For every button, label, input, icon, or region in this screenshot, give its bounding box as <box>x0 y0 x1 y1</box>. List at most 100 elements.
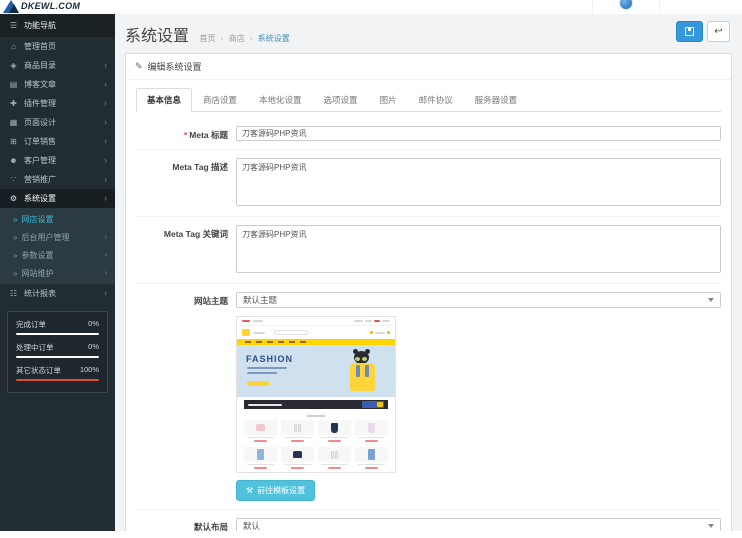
topbar-user-menu[interactable] <box>592 0 660 14</box>
stat-label: 处理中订单 <box>16 342 54 353</box>
form-group-meta-title: *Meta 标题 <box>136 118 721 150</box>
preview-banner-button <box>247 381 269 386</box>
meta-title-input[interactable] <box>236 126 721 141</box>
meta-title-label: *Meta 标题 <box>136 126 236 141</box>
preview-topbar <box>237 317 395 326</box>
breadcrumb-store[interactable]: 商店 <box>229 34 245 43</box>
tab-general[interactable]: 基本信息 <box>136 88 192 112</box>
chevron-right-icon: › <box>104 269 107 277</box>
order-stats-panel: 完成订单 0% 处理中订单 0% 其它状态订单 100% <box>7 311 108 393</box>
breadcrumb-home[interactable]: 首页 <box>199 34 215 43</box>
logo[interactable]: DKEWL.COM <box>3 0 80 13</box>
user-avatar-icon <box>619 0 633 10</box>
meta-description-textarea[interactable]: 刀客源码PHP资讯 <box>236 158 721 206</box>
sidebar-item-system-settings[interactable]: ⚙ 系统设置 › <box>0 189 115 208</box>
breadcrumb-separator: › <box>250 34 253 43</box>
sidebar-item-blog[interactable]: ▤ 博客文章 › <box>0 75 115 94</box>
stat-value: 100% <box>80 365 99 376</box>
content-header: 系统设置 首页 › 商店 › 系统设置 ↩ <box>125 19 732 51</box>
breadcrumb-current[interactable]: 系统设置 <box>258 34 290 43</box>
user-icon: ☻ <box>8 156 19 165</box>
sidebar-toggle[interactable]: ☰ 功能导航 <box>0 14 115 37</box>
tab-options[interactable]: 选项设置 <box>313 88 369 112</box>
preview-product <box>244 420 277 444</box>
stat-label: 完成订单 <box>16 319 46 330</box>
main-content: 系统设置 首页 › 商店 › 系统设置 ↩ <box>115 14 742 531</box>
stat-completed-orders: 完成订单 0% <box>16 319 99 335</box>
system-settings-submenu: » 网店设置 » 后台用户管理 › » 参数设置 › » <box>0 208 115 284</box>
tab-server[interactable]: 服务器设置 <box>464 88 529 112</box>
preview-product <box>318 447 351 471</box>
form-group-meta-keywords: Meta Tag 关键词 刀客源码PHP资讯 <box>136 217 721 284</box>
bullet-icon: » <box>13 233 17 242</box>
theme-select[interactable]: 默认主题 <box>236 292 721 308</box>
preview-product <box>318 420 351 444</box>
form-group-layout: 默认布局 默认 <box>136 510 721 531</box>
submenu-item-store-settings[interactable]: » 网店设置 <box>0 210 115 228</box>
settings-tabs: 基本信息 商店设置 本地化设置 选项设置 图片 邮件协议 服务器设置 <box>136 88 721 112</box>
chevron-right-icon: › <box>104 80 107 89</box>
stat-value: 0% <box>88 342 99 353</box>
submenu-item-admin-users[interactable]: » 后台用户管理 › <box>0 228 115 246</box>
stat-label: 其它状态订单 <box>16 365 61 376</box>
preview-promo-strip <box>244 400 388 409</box>
chevron-right-icon: › <box>104 137 107 146</box>
breadcrumb: 首页 › 商店 › 系统设置 <box>199 34 289 43</box>
meta-keywords-label: Meta Tag 关键词 <box>136 225 236 275</box>
sidebar-item-extensions[interactable]: ✚ 插件管理 › <box>0 94 115 113</box>
plugin-icon: ✚ <box>8 99 19 108</box>
preview-logo-row <box>237 326 395 339</box>
tab-store[interactable]: 商店设置 <box>192 88 248 112</box>
tab-mail[interactable]: 邮件协议 <box>408 88 464 112</box>
sidebar-item-reports[interactable]: ☷ 统计报表 › <box>0 284 115 303</box>
back-button[interactable]: ↩ <box>707 21 730 42</box>
sidebar-item-dashboard[interactable]: ⌂ 管理首页 <box>0 37 115 56</box>
layout: ☰ 功能导航 ⌂ 管理首页 ◈ 商品目录 › ▤ 博客文章 › <box>0 14 742 531</box>
preview-model-figure <box>347 349 381 393</box>
chevron-right-icon: › <box>104 61 107 70</box>
stat-other-orders: 其它状态订单 100% <box>16 365 99 381</box>
preview-banner-text: FASHION <box>246 354 293 364</box>
tab-image[interactable]: 图片 <box>369 88 408 112</box>
required-asterisk: * <box>184 130 187 140</box>
layout-select[interactable]: 默认 <box>236 518 721 531</box>
app-window: DKEWL.COM ☰ 功能导航 ⌂ 管理首页 ◈ 商品目录 › <box>0 0 742 538</box>
theme-preview-image: FASHION <box>236 316 396 473</box>
dashboard-icon: ⌂ <box>8 42 19 51</box>
preview-product <box>281 447 314 471</box>
meta-keywords-textarea[interactable]: 刀客源码PHP资讯 <box>236 225 721 273</box>
go-to-template-settings-button[interactable]: ⚒ 前往模板设置 <box>236 480 315 501</box>
chevron-right-icon: › <box>104 289 107 298</box>
chevron-right-icon: › <box>104 99 107 108</box>
settings-panel: ✎ 编辑系统设置 基本信息 商店设置 本地化设置 选项设置 图片 邮件协议 服务… <box>125 53 732 531</box>
save-button[interactable] <box>676 21 703 42</box>
sidebar-header-label: 功能导航 <box>24 20 56 31</box>
save-floppy-icon <box>685 27 694 36</box>
back-arrow-icon: ↩ <box>714 27 722 37</box>
submenu-item-parameters[interactable]: » 参数设置 › <box>0 246 115 264</box>
tab-localisation[interactable]: 本地化设置 <box>248 88 313 112</box>
edit-pencil-icon: ✎ <box>135 61 143 72</box>
preview-search <box>274 330 308 335</box>
sidebar: ☰ 功能导航 ⌂ 管理首页 ◈ 商品目录 › ▤ 博客文章 › <box>0 14 115 531</box>
bullet-icon: » <box>13 269 17 278</box>
preview-grid-title <box>237 412 395 419</box>
panel-heading: ✎ 编辑系统设置 <box>126 54 731 80</box>
theme-label: 网站主题 <box>136 292 236 501</box>
submenu-item-maintenance[interactable]: » 网站维护 › <box>0 264 115 282</box>
wrench-icon: ⚒ <box>246 486 253 495</box>
sidebar-item-marketing[interactable]: ∵ 营销推广 › <box>0 170 115 189</box>
chevron-right-icon: › <box>104 251 107 259</box>
chevron-right-icon: › <box>104 194 107 203</box>
sidebar-item-catalog[interactable]: ◈ 商品目录 › <box>0 56 115 75</box>
progress-bar <box>16 333 99 335</box>
sidebar-item-orders[interactable]: ⊞ 订单销售 › <box>0 132 115 151</box>
preview-logo <box>242 329 250 336</box>
sidebar-item-design[interactable]: ▦ 页面设计 › <box>0 113 115 132</box>
theme-select-value: 默认主题 <box>243 294 277 306</box>
form-group-theme: 网站主题 默认主题 <box>136 284 721 510</box>
article-icon: ▤ <box>8 80 19 89</box>
chevron-right-icon: › <box>104 175 107 184</box>
caret-down-icon <box>708 298 714 302</box>
sidebar-item-customers[interactable]: ☻ 客户管理 › <box>0 151 115 170</box>
